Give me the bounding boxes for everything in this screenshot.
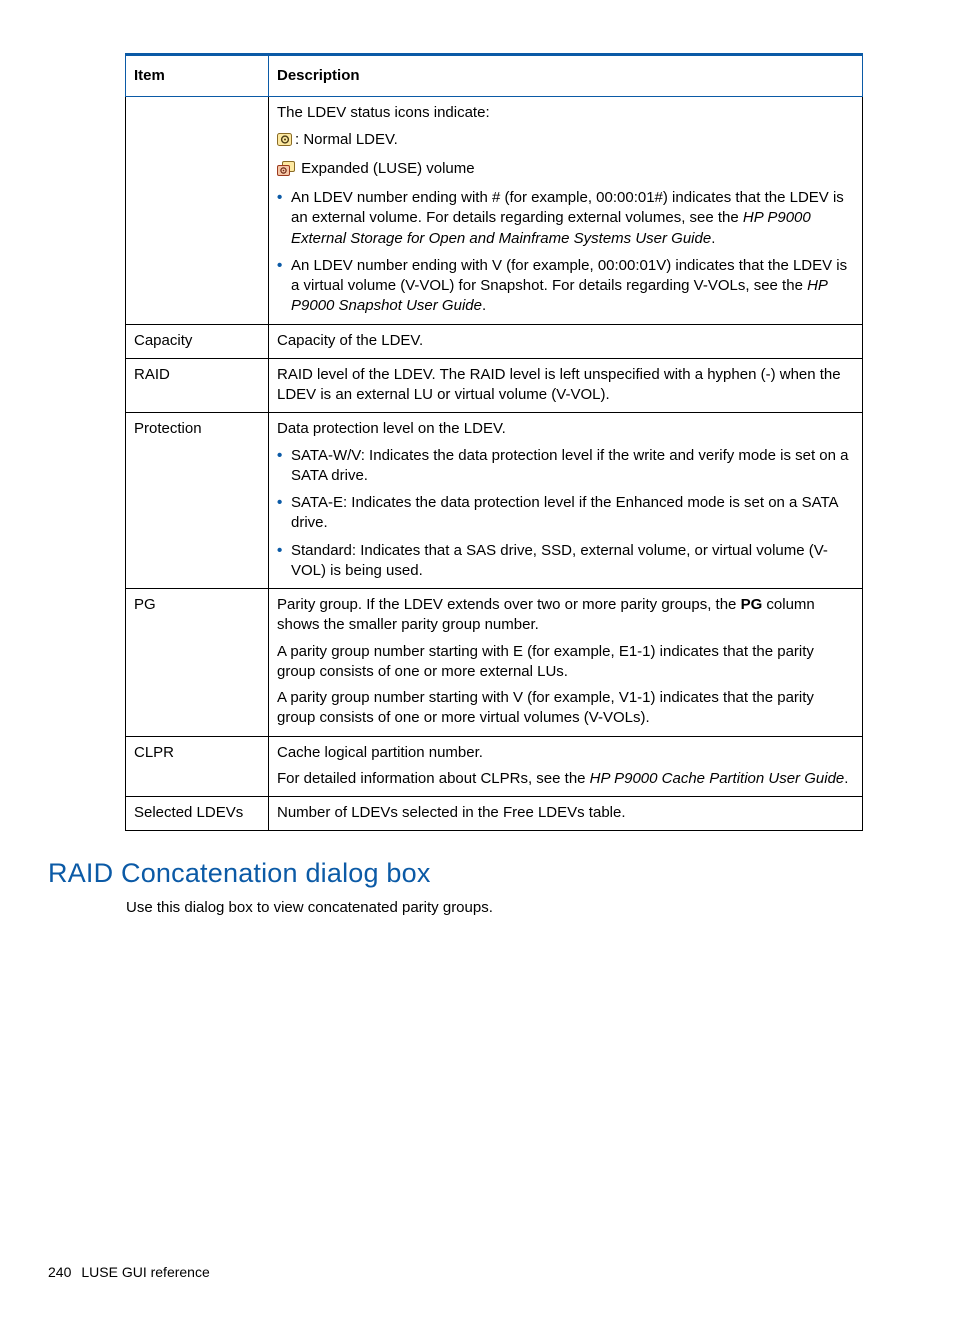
list-item: SATA-W/V: Indicates the data protection … — [291, 446, 854, 487]
table-header-row: Item Description — [126, 55, 863, 97]
pg-p3: A parity group number starting with V (f… — [277, 688, 854, 729]
table-row: Capacity Capacity of the LDEV. — [126, 324, 863, 358]
ldev-status-normal-text: : Normal LDEV. — [295, 131, 398, 148]
cell-description: Capacity of the LDEV. — [269, 324, 863, 358]
cell-item: RAID — [126, 358, 269, 413]
cell-item: Selected LDEVs — [126, 797, 269, 831]
cell-item: Capacity — [126, 324, 269, 358]
pg-p2: A parity group number starting with E (f… — [277, 642, 854, 683]
normal-ldev-icon — [277, 132, 293, 153]
pg-p1: Parity group. If the LDEV extends over t… — [277, 595, 854, 636]
ldev-status-expanded-line: Expanded (LUSE) volume — [277, 159, 854, 182]
ldev-status-expanded-text: Expanded (LUSE) volume — [297, 160, 475, 177]
ldev-status-intro: The LDEV status icons indicate: — [277, 103, 854, 123]
ldev-attributes-table: Item Description The LDEV status icons i… — [125, 53, 863, 831]
cell-item: Protection — [126, 413, 269, 589]
clpr-p1: Cache logical partition number. — [277, 743, 854, 763]
cell-description: The LDEV status icons indicate: : Normal… — [269, 97, 863, 324]
footer-title: LUSE GUI reference — [81, 1264, 209, 1280]
protection-intro: Data protection level on the LDEV. — [277, 419, 854, 439]
table-row: Protection Data protection level on the … — [126, 413, 863, 589]
cell-item — [126, 97, 269, 324]
cell-item: CLPR — [126, 736, 269, 797]
col-header-description: Description — [269, 55, 863, 97]
table-row: Selected LDEVs Number of LDEVs selected … — [126, 797, 863, 831]
list-item: SATA-E: Indicates the data protection le… — [291, 493, 854, 534]
expanded-luse-icon — [277, 161, 295, 182]
cell-description: Parity group. If the LDEV extends over t… — [269, 589, 863, 737]
cell-description: Number of LDEVs selected in the Free LDE… — [269, 797, 863, 831]
table-row: RAID RAID level of the LDEV. The RAID le… — [126, 358, 863, 413]
col-header-item: Item — [126, 55, 269, 97]
list-item: An LDEV number ending with V (for exampl… — [291, 256, 854, 317]
cell-description: Data protection level on the LDEV. SATA-… — [269, 413, 863, 589]
cell-description: RAID level of the LDEV. The RAID level i… — [269, 358, 863, 413]
table-row: The LDEV status icons indicate: : Normal… — [126, 97, 863, 324]
section-body: Use this dialog box to view concatenated… — [126, 898, 863, 918]
page-number: 240 — [48, 1264, 71, 1280]
ldev-status-bullets: An LDEV number ending with # (for exampl… — [277, 188, 854, 317]
list-item: An LDEV number ending with # (for exampl… — [291, 188, 854, 249]
table-row: PG Parity group. If the LDEV extends ove… — [126, 589, 863, 737]
protection-bullets: SATA-W/V: Indicates the data protection … — [277, 446, 854, 582]
page-footer: 240 LUSE GUI reference — [48, 1263, 210, 1282]
cell-item: PG — [126, 589, 269, 737]
ldev-status-normal-line: : Normal LDEV. — [277, 130, 854, 153]
table-row: CLPR Cache logical partition number. For… — [126, 736, 863, 797]
cell-description: Cache logical partition number. For deta… — [269, 736, 863, 797]
list-item: Standard: Indicates that a SAS drive, SS… — [291, 541, 854, 582]
section-heading-raid-concatenation: RAID Concatenation dialog box — [48, 855, 863, 891]
clpr-p2: For detailed information about CLPRs, se… — [277, 769, 854, 789]
